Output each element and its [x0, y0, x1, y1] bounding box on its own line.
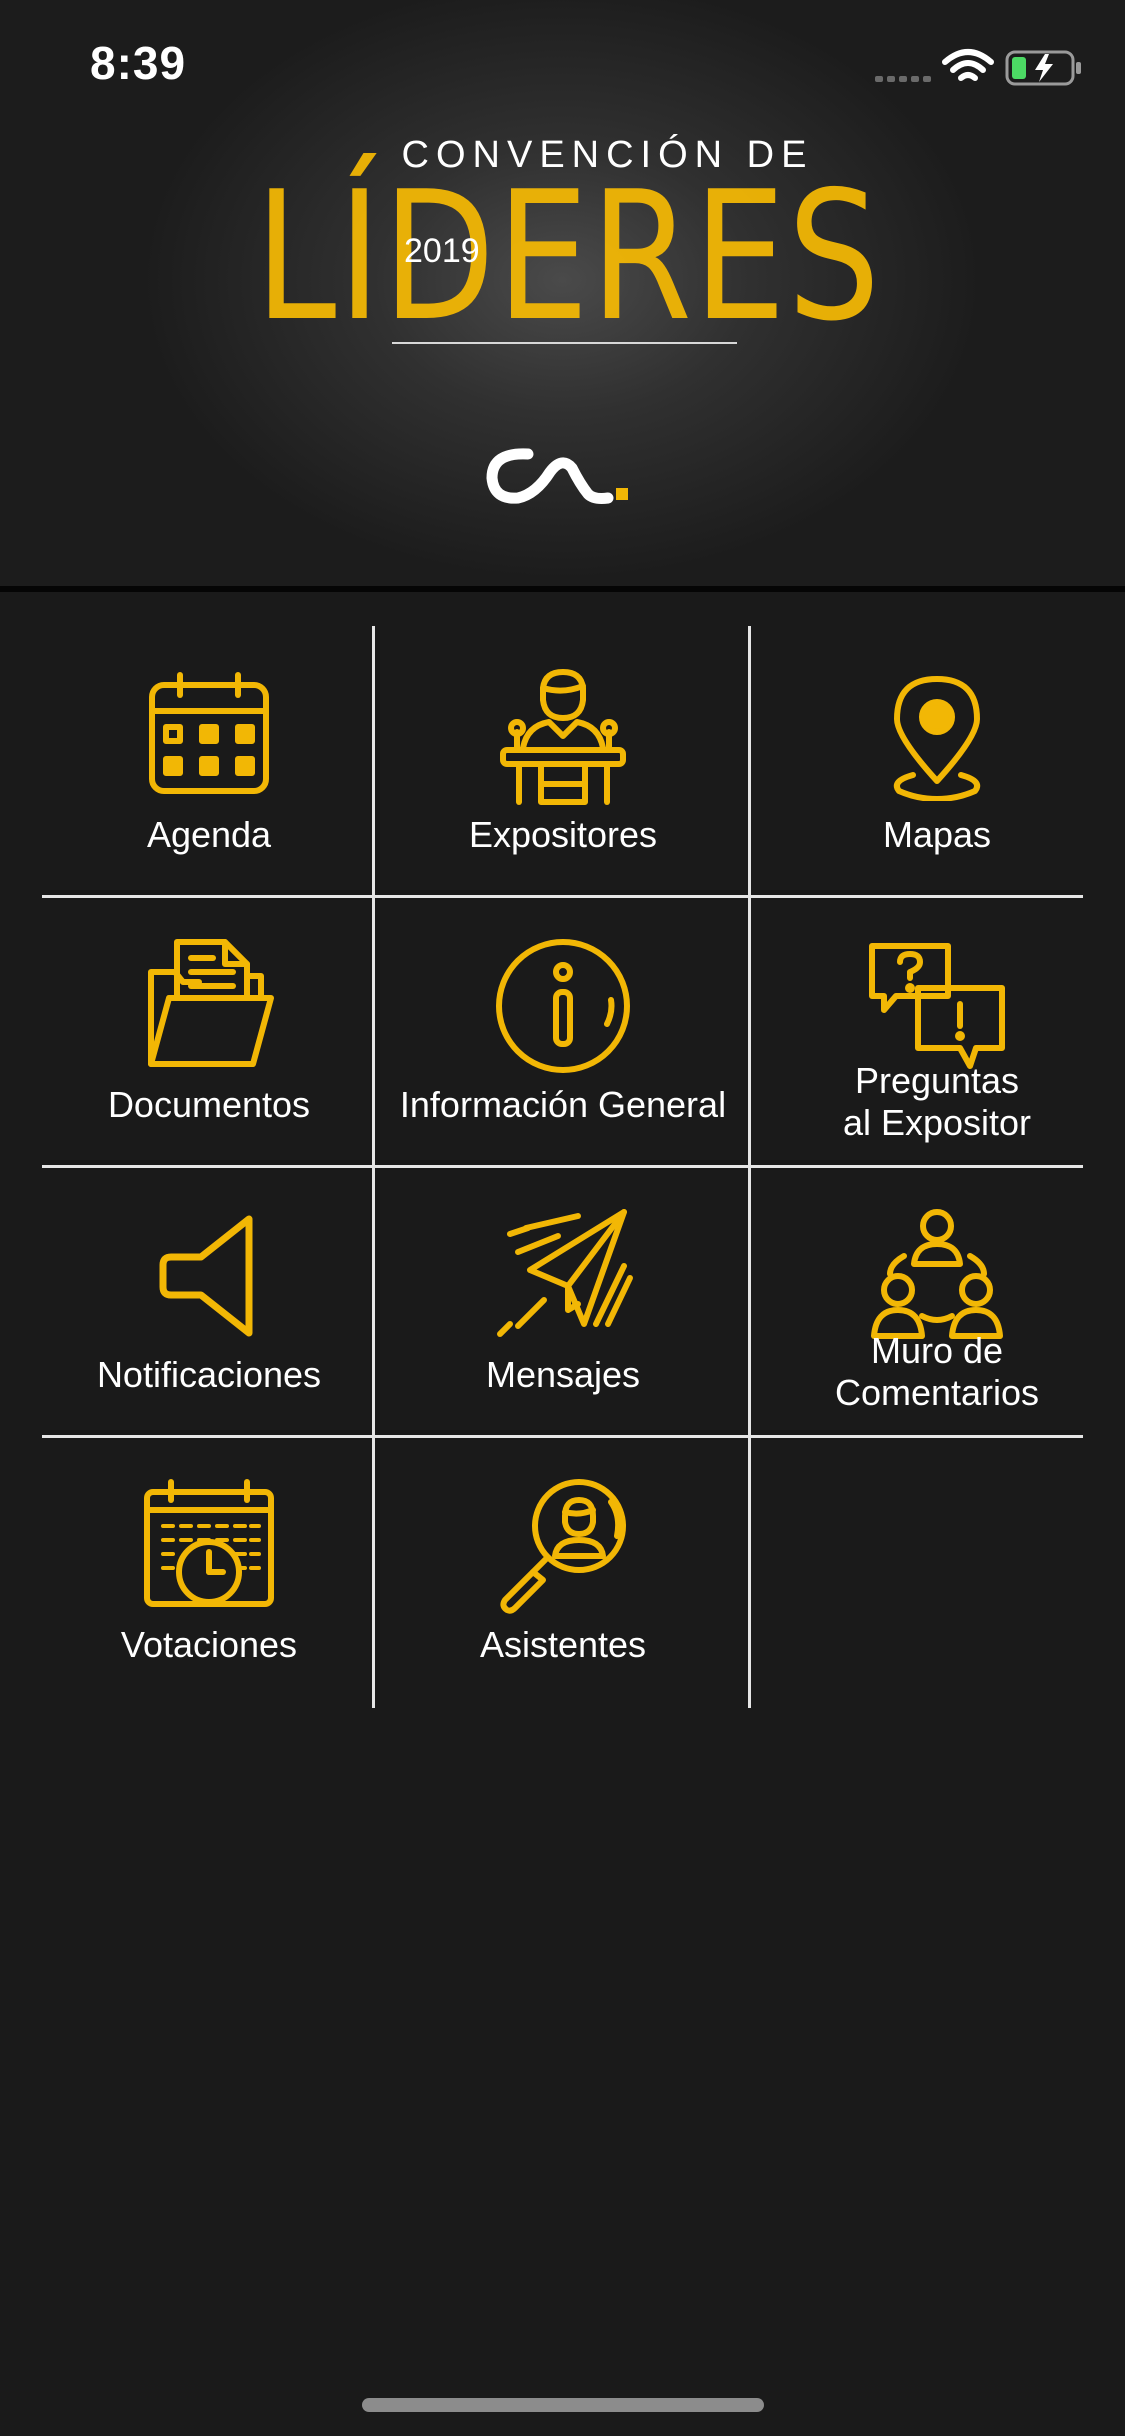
info-icon: [376, 936, 750, 1076]
signal-dots-icon: [875, 76, 931, 82]
menu-item-mensajes[interactable]: Mensajes: [376, 1166, 750, 1436]
status-icons: [875, 46, 1085, 90]
menu-item-mapas[interactable]: Mapas: [750, 626, 1124, 896]
search-person-icon: [376, 1476, 750, 1616]
menu-item-expositores[interactable]: Expositores: [376, 626, 750, 896]
menu-item-label: Preguntas al Expositor: [750, 1060, 1124, 1144]
menu-item-label-line2: Comentarios: [834, 1372, 1040, 1413]
speaker-podium-icon: [376, 666, 750, 806]
app-header: 8:39 CONVENCIÓN DE LÍDERES 2019: [0, 0, 1125, 592]
wifi-icon: [942, 49, 994, 81]
menu-item-documentos[interactable]: Documentos: [22, 896, 396, 1166]
menu-item-label: Notificaciones: [96, 1354, 322, 1395]
menu-item-votaciones[interactable]: Votaciones: [22, 1436, 396, 1706]
menu-item-label: Asistentes: [479, 1624, 647, 1665]
logo-main-title: LÍDERES: [255, 153, 882, 360]
logo-divider: [392, 342, 737, 344]
main-menu-grid: Agenda Expositores Mapas Documentos Info…: [42, 626, 1083, 1708]
menu-item-label: Documentos: [107, 1084, 311, 1125]
folder-documents-icon: [22, 936, 396, 1076]
calendar-icon: [22, 666, 396, 806]
status-time: 8:39: [90, 37, 187, 89]
menu-item-label: Mensajes: [485, 1354, 641, 1395]
cl-brand-logo-icon: [484, 442, 634, 506]
menu-item-informacion-general[interactable]: Información General: [376, 896, 750, 1166]
menu-item-asistentes[interactable]: Asistentes: [376, 1436, 750, 1706]
menu-item-label-line2: al Expositor: [842, 1102, 1032, 1143]
menu-item-label: Expositores: [468, 814, 658, 855]
home-indicator[interactable]: [362, 2398, 764, 2412]
menu-item-label-line1: Preguntas: [854, 1060, 1020, 1101]
question-chat-icon: [750, 936, 1124, 1076]
menu-item-label: Información General: [399, 1084, 727, 1125]
calendar-clock-icon: [22, 1476, 396, 1616]
map-pin-icon: [750, 666, 1124, 806]
logo-year: 2019: [404, 232, 480, 270]
battery-charging-icon: [1005, 50, 1081, 86]
people-network-icon: [750, 1206, 1124, 1346]
menu-item-agenda[interactable]: Agenda: [22, 626, 396, 896]
menu-item-muro-de-comentarios[interactable]: Muro de Comentarios: [750, 1166, 1124, 1436]
menu-item-label: Muro de Comentarios: [750, 1330, 1124, 1414]
menu-item-label-line1: Muro de: [870, 1330, 1004, 1371]
menu-item-label: Mapas: [882, 814, 992, 855]
paper-plane-icon: [376, 1206, 750, 1346]
megaphone-icon: [22, 1206, 396, 1346]
menu-item-preguntas-al-expositor[interactable]: Preguntas al Expositor: [750, 896, 1124, 1166]
menu-item-notificaciones[interactable]: Notificaciones: [22, 1166, 396, 1436]
menu-item-label: Votaciones: [120, 1624, 298, 1665]
menu-item-label: Agenda: [146, 814, 272, 855]
